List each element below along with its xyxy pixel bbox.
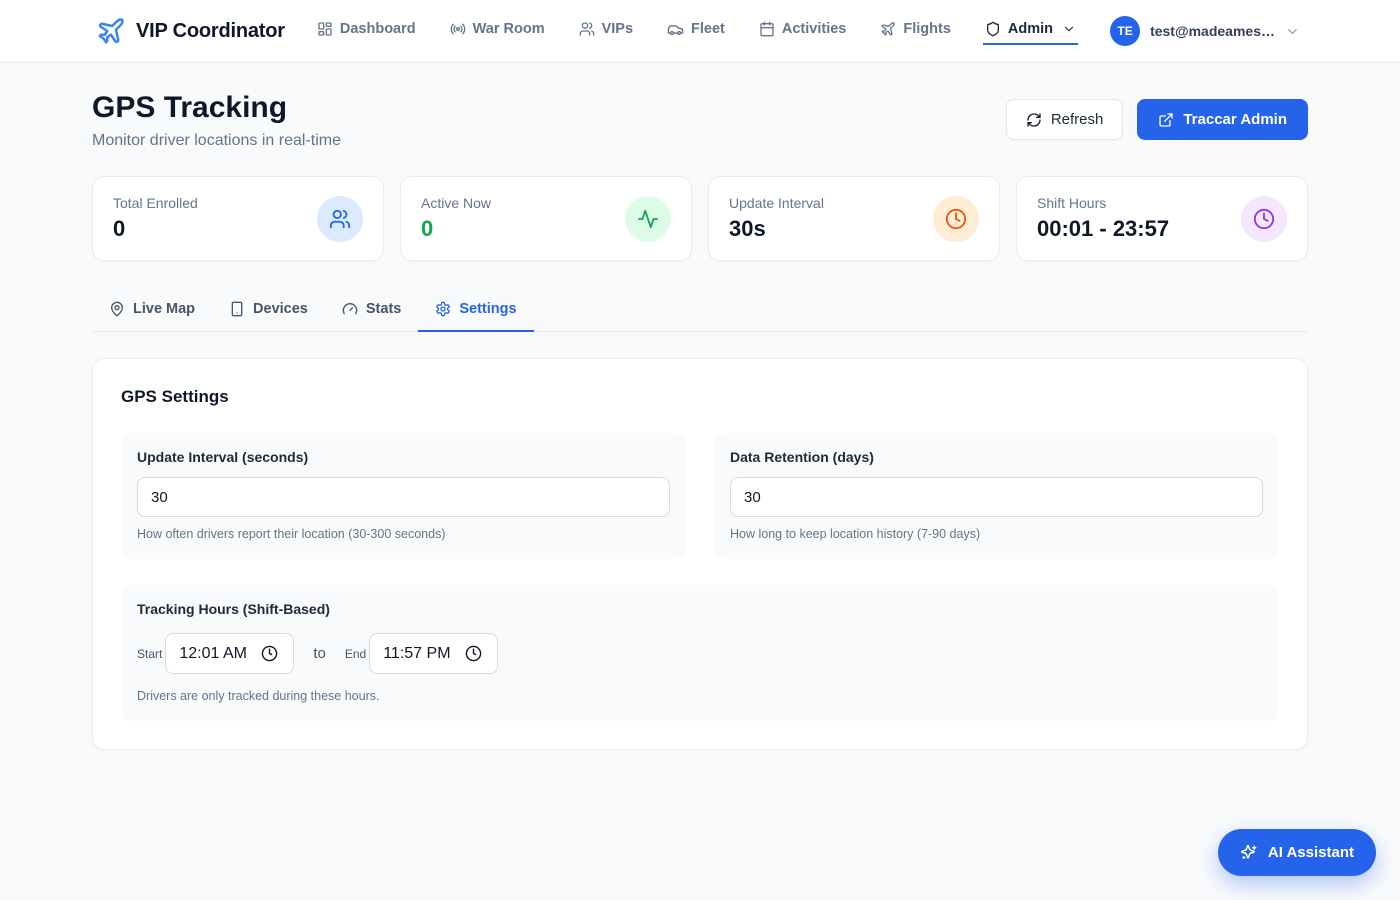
nav-label: Flights <box>903 21 951 37</box>
nav-item-flights[interactable]: Flights <box>878 17 953 45</box>
tab-bar: Live Map Devices Stats Settings <box>92 291 1308 332</box>
stat-label: Shift Hours <box>1037 195 1169 211</box>
traccar-admin-button[interactable]: Traccar Admin <box>1137 99 1308 140</box>
chevron-down-icon <box>1285 24 1300 39</box>
nav-item-activities[interactable]: Activities <box>757 17 848 45</box>
plane-icon <box>880 21 896 37</box>
plane-logo-icon <box>96 16 126 46</box>
traccar-label: Traccar Admin <box>1183 111 1287 128</box>
nav-item-war-room[interactable]: War Room <box>448 17 547 45</box>
stat-value: 30s <box>729 216 824 242</box>
tracking-hours-group: Tracking Hours (Shift-Based) Start 12:01… <box>121 585 1279 721</box>
tab-label: Devices <box>253 301 308 317</box>
data-retention-group: Data Retention (days) How long to keep l… <box>714 433 1279 559</box>
ai-assistant-label: AI Assistant <box>1268 844 1354 861</box>
activity-icon <box>625 196 671 242</box>
user-email: test@madeames… <box>1150 23 1275 39</box>
tracking-hours-label: Tracking Hours (Shift-Based) <box>137 601 1263 617</box>
refresh-label: Refresh <box>1051 111 1104 128</box>
start-time-input[interactable]: 12:01 AM <box>165 633 294 674</box>
nav-label: Dashboard <box>340 21 416 37</box>
tab-devices[interactable]: Devices <box>212 291 325 332</box>
smartphone-icon <box>229 301 245 317</box>
calendar-icon <box>759 21 775 37</box>
start-label: Start <box>137 647 162 661</box>
users-icon <box>317 196 363 242</box>
nav-label: War Room <box>473 21 545 37</box>
shield-icon <box>985 21 1001 37</box>
data-retention-label: Data Retention (days) <box>730 449 1263 465</box>
stat-card-update-interval: Update Interval 30s <box>708 176 1000 261</box>
chevron-down-icon <box>1062 22 1076 36</box>
car-icon <box>667 21 684 38</box>
tab-label: Settings <box>459 301 516 317</box>
to-separator: to <box>313 645 326 662</box>
clock-icon <box>261 645 278 662</box>
tab-live-map[interactable]: Live Map <box>92 291 212 332</box>
clock-icon <box>1241 196 1287 242</box>
clock-icon <box>933 196 979 242</box>
clock-icon <box>465 645 482 662</box>
nav-label: VIPs <box>602 21 633 37</box>
user-menu[interactable]: TE test@madeames… <box>1110 16 1300 46</box>
update-interval-help: How often drivers report their location … <box>137 527 670 541</box>
stat-label: Update Interval <box>729 195 824 211</box>
stat-label: Total Enrolled <box>113 195 198 211</box>
stat-value: 0 <box>421 216 491 242</box>
nav-item-vips[interactable]: VIPs <box>577 17 635 45</box>
update-interval-group: Update Interval (seconds) How often driv… <box>121 433 686 559</box>
stat-value: 00:01 - 23:57 <box>1037 216 1169 242</box>
nav-label: Fleet <box>691 21 725 37</box>
ai-assistant-button[interactable]: AI Assistant <box>1218 829 1376 876</box>
refresh-button[interactable]: Refresh <box>1006 99 1124 140</box>
end-time-value: 11:57 PM <box>383 645 450 663</box>
users-icon <box>579 21 595 37</box>
tab-settings[interactable]: Settings <box>418 291 533 332</box>
update-interval-input[interactable] <box>137 477 670 517</box>
data-retention-help: How long to keep location history (7-90 … <box>730 527 1263 541</box>
radio-icon <box>450 21 466 37</box>
end-label: End <box>345 647 366 661</box>
stat-card-active-now: Active Now 0 <box>400 176 692 261</box>
tab-label: Live Map <box>133 301 195 317</box>
avatar: TE <box>1110 16 1140 46</box>
main-nav: Dashboard War Room VIPs Fleet Activities… <box>315 17 1078 46</box>
sparkles-icon <box>1240 844 1258 862</box>
nav-item-fleet[interactable]: Fleet <box>665 17 727 46</box>
settings-title: GPS Settings <box>121 387 1279 407</box>
gps-tracking-page: GPS Tracking Monitor driver locations in… <box>92 63 1308 750</box>
stats-row: Total Enrolled 0 Active Now 0 Update Int… <box>92 176 1308 261</box>
start-time-value: 12:01 AM <box>179 645 247 663</box>
dashboard-icon <box>317 21 333 37</box>
stat-card-shift-hours: Shift Hours 00:01 - 23:57 <box>1016 176 1308 261</box>
tab-label: Stats <box>366 301 401 317</box>
refresh-icon <box>1026 112 1042 128</box>
stat-label: Active Now <box>421 195 491 211</box>
nav-item-admin[interactable]: Admin <box>983 17 1078 45</box>
end-time-input[interactable]: 11:57 PM <box>369 633 498 674</box>
tab-stats[interactable]: Stats <box>325 291 418 332</box>
page-title: GPS Tracking <box>92 91 341 124</box>
update-interval-label: Update Interval (seconds) <box>137 449 670 465</box>
tracking-hours-help: Drivers are only tracked during these ho… <box>137 689 1263 703</box>
gear-icon <box>435 301 451 317</box>
nav-item-dashboard[interactable]: Dashboard <box>315 17 418 45</box>
top-navbar: VIP Coordinator Dashboard War Room VIPs … <box>0 0 1400 63</box>
gps-settings-card: GPS Settings Update Interval (seconds) H… <box>92 358 1308 750</box>
brand-name: VIP Coordinator <box>136 20 285 43</box>
brand[interactable]: VIP Coordinator <box>96 16 285 46</box>
gauge-icon <box>342 301 358 317</box>
stat-card-total-enrolled: Total Enrolled 0 <box>92 176 384 261</box>
nav-label: Admin <box>1008 21 1053 37</box>
stat-value: 0 <box>113 216 198 242</box>
external-link-icon <box>1158 112 1174 128</box>
nav-label: Activities <box>782 21 846 37</box>
data-retention-input[interactable] <box>730 477 1263 517</box>
map-pin-icon <box>109 301 125 317</box>
page-subtitle: Monitor driver locations in real-time <box>92 132 341 150</box>
